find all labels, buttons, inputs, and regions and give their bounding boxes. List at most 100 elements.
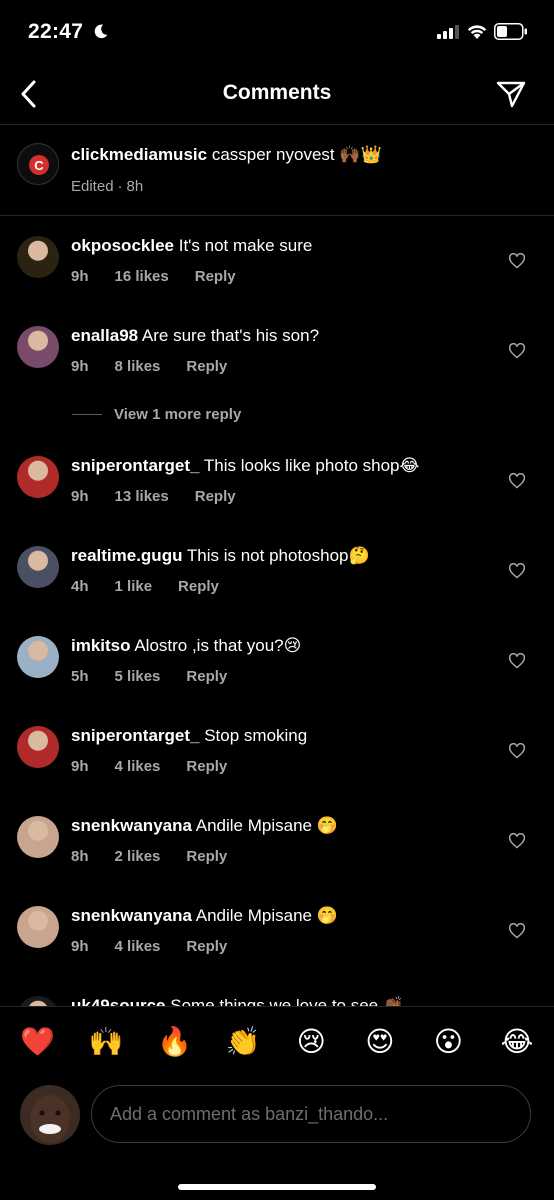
- cellular-signal-icon: [437, 25, 459, 39]
- caption-time: 8h: [126, 178, 144, 195]
- reply-button[interactable]: Reply: [186, 758, 227, 775]
- comment-input-wrapper: [91, 1085, 531, 1143]
- comment-username[interactable]: realtime.gugu: [71, 546, 182, 565]
- quick-emoji-bar: ❤️ 🙌 🔥 👏 😢 😍 😮 😂: [0, 1006, 554, 1082]
- comment-meta: 8h 2 likes Reply: [71, 848, 253, 865]
- caption-username[interactable]: clickmediamusic: [71, 145, 207, 164]
- navigation-bar: Comments: [0, 66, 554, 124]
- comment-input[interactable]: [92, 1086, 530, 1142]
- likes-count[interactable]: 1 like: [115, 578, 153, 595]
- svg-text:C: C: [34, 158, 44, 173]
- heart-like-icon[interactable]: [508, 653, 526, 669]
- comment-row[interactable]: imkitso Alostro ,is that you?😢 5h 5 likes R…: [0, 626, 554, 716]
- avatar[interactable]: [17, 546, 59, 588]
- comment-body: This looks like photo shop😂: [203, 456, 420, 475]
- avatar[interactable]: [17, 456, 59, 498]
- heart-like-icon[interactable]: [508, 473, 526, 489]
- edited-label: Edited: [71, 178, 114, 195]
- reply-button[interactable]: Reply: [186, 668, 227, 685]
- avatar[interactable]: [17, 236, 59, 278]
- heart-like-icon[interactable]: [508, 343, 526, 359]
- comment-username[interactable]: snenkwanyana: [71, 816, 192, 835]
- reply-button[interactable]: Reply: [186, 938, 227, 955]
- share-button[interactable]: [494, 78, 528, 110]
- comment-text: enalla98 Are sure that's his son?: [71, 326, 319, 346]
- heart-like-icon[interactable]: [508, 563, 526, 579]
- page-title: Comments: [222, 81, 332, 104]
- comment-body: Stop smoking: [204, 726, 308, 745]
- emoji-reaction-button[interactable]: 👏: [226, 1025, 261, 1059]
- comment-meta: 5h 5 likes Reply: [71, 668, 253, 685]
- likes-count[interactable]: 13 likes: [115, 488, 169, 505]
- comment-row[interactable]: snenkwanyana Andile Mpisane 🤭 8h 2 likes Re…: [0, 806, 554, 896]
- emoji-reaction-button[interactable]: 😍: [363, 1025, 397, 1059]
- comment-body: Are sure that's his son?: [141, 326, 320, 345]
- comment-text: snenkwanyana Andile Mpisane 🤭: [71, 906, 338, 926]
- heart-like-icon[interactable]: [508, 253, 526, 269]
- comment-meta: 9h 4 likes Reply: [71, 758, 253, 775]
- view-more-replies-button[interactable]: View 1 more reply: [72, 406, 241, 423]
- comment-body: This is not photoshop🤔: [186, 546, 370, 565]
- comment-meta: 9h 16 likes Reply: [71, 268, 262, 285]
- comment-text: snenkwanyana Andile Mpisane 🤭: [71, 816, 338, 836]
- comment-username[interactable]: snenkwanyana: [71, 906, 192, 925]
- heart-like-icon[interactable]: [508, 833, 526, 849]
- avatar[interactable]: [17, 636, 59, 678]
- comment-row[interactable]: snenkwanyana Andile Mpisane 🤭 9h 4 likes Re…: [0, 896, 554, 986]
- send-icon: [496, 81, 526, 108]
- emoji-reaction-button[interactable]: 😢: [294, 1025, 328, 1059]
- avatar[interactable]: [17, 816, 59, 858]
- comment-meta: 4h 1 like Reply: [71, 578, 245, 595]
- reply-button[interactable]: Reply: [195, 268, 236, 285]
- comment-username[interactable]: sniperontarget_: [71, 456, 199, 475]
- user-photo-icon: [20, 1085, 80, 1145]
- comment-row[interactable]: okposocklee It's not make sure 9h 16 likes…: [0, 226, 554, 316]
- comment-meta: 9h 4 likes Reply: [71, 938, 253, 955]
- emoji-reaction-button[interactable]: 😂: [500, 1025, 534, 1059]
- comment-username[interactable]: imkitso: [71, 636, 131, 655]
- likes-count[interactable]: 8 likes: [115, 358, 161, 375]
- comment-row[interactable]: sniperontarget_ Stop smoking 9h 4 likes Rep…: [0, 716, 554, 806]
- comment-body: It's not make sure: [178, 236, 313, 255]
- clickmedia-logo-icon: C: [19, 145, 58, 184]
- home-indicator: [178, 1184, 376, 1190]
- avatar[interactable]: [17, 906, 59, 948]
- emoji-reaction-button[interactable]: 🙌: [89, 1025, 124, 1059]
- emoji-reaction-button[interactable]: ❤️: [20, 1025, 55, 1059]
- comment-username[interactable]: okposocklee: [71, 236, 174, 255]
- reply-button[interactable]: Reply: [186, 848, 227, 865]
- wifi-icon: [467, 25, 487, 39]
- reply-thread-line: [72, 414, 102, 415]
- likes-count[interactable]: 5 likes: [115, 668, 161, 685]
- avatar[interactable]: C: [17, 143, 59, 185]
- avatar[interactable]: [17, 326, 59, 368]
- likes-count[interactable]: 16 likes: [115, 268, 169, 285]
- comment-meta: 9h 8 likes Reply: [71, 358, 253, 375]
- status-time: 22:47: [28, 20, 84, 43]
- comment-time: 9h: [71, 938, 89, 955]
- avatar[interactable]: [17, 726, 59, 768]
- comment-row[interactable]: sniperontarget_ This looks like photo sh…: [0, 446, 554, 536]
- comment-body: Andile Mpisane 🤭: [195, 906, 338, 925]
- comment-username[interactable]: sniperontarget_: [71, 726, 199, 745]
- reply-button[interactable]: Reply: [195, 488, 236, 505]
- heart-like-icon[interactable]: [508, 743, 526, 759]
- emoji-reaction-button[interactable]: 🔥: [157, 1025, 192, 1059]
- reply-button[interactable]: Reply: [178, 578, 219, 595]
- comment-time: 9h: [71, 488, 89, 505]
- heart-like-icon[interactable]: [508, 923, 526, 939]
- reply-button[interactable]: Reply: [186, 358, 227, 375]
- comment-text: sniperontarget_ Stop smoking: [71, 726, 307, 746]
- comment-username[interactable]: enalla98: [71, 326, 138, 345]
- comment-text: imkitso Alostro ,is that you?😢: [71, 636, 301, 656]
- likes-count[interactable]: 2 likes: [115, 848, 161, 865]
- likes-count[interactable]: 4 likes: [115, 938, 161, 955]
- emoji-reaction-button[interactable]: 😮: [431, 1025, 465, 1059]
- likes-count[interactable]: 4 likes: [115, 758, 161, 775]
- comment-row[interactable]: realtime.gugu This is not photoshop🤔 4h 1 …: [0, 536, 554, 626]
- comment-time: 9h: [71, 268, 89, 285]
- comment-meta: 9h 13 likes Reply: [71, 488, 262, 505]
- comment-time: 8h: [71, 848, 89, 865]
- comment-composer: [0, 1082, 554, 1200]
- comment-row[interactable]: enalla98 Are sure that's his son? 9h 8 lik…: [0, 316, 554, 406]
